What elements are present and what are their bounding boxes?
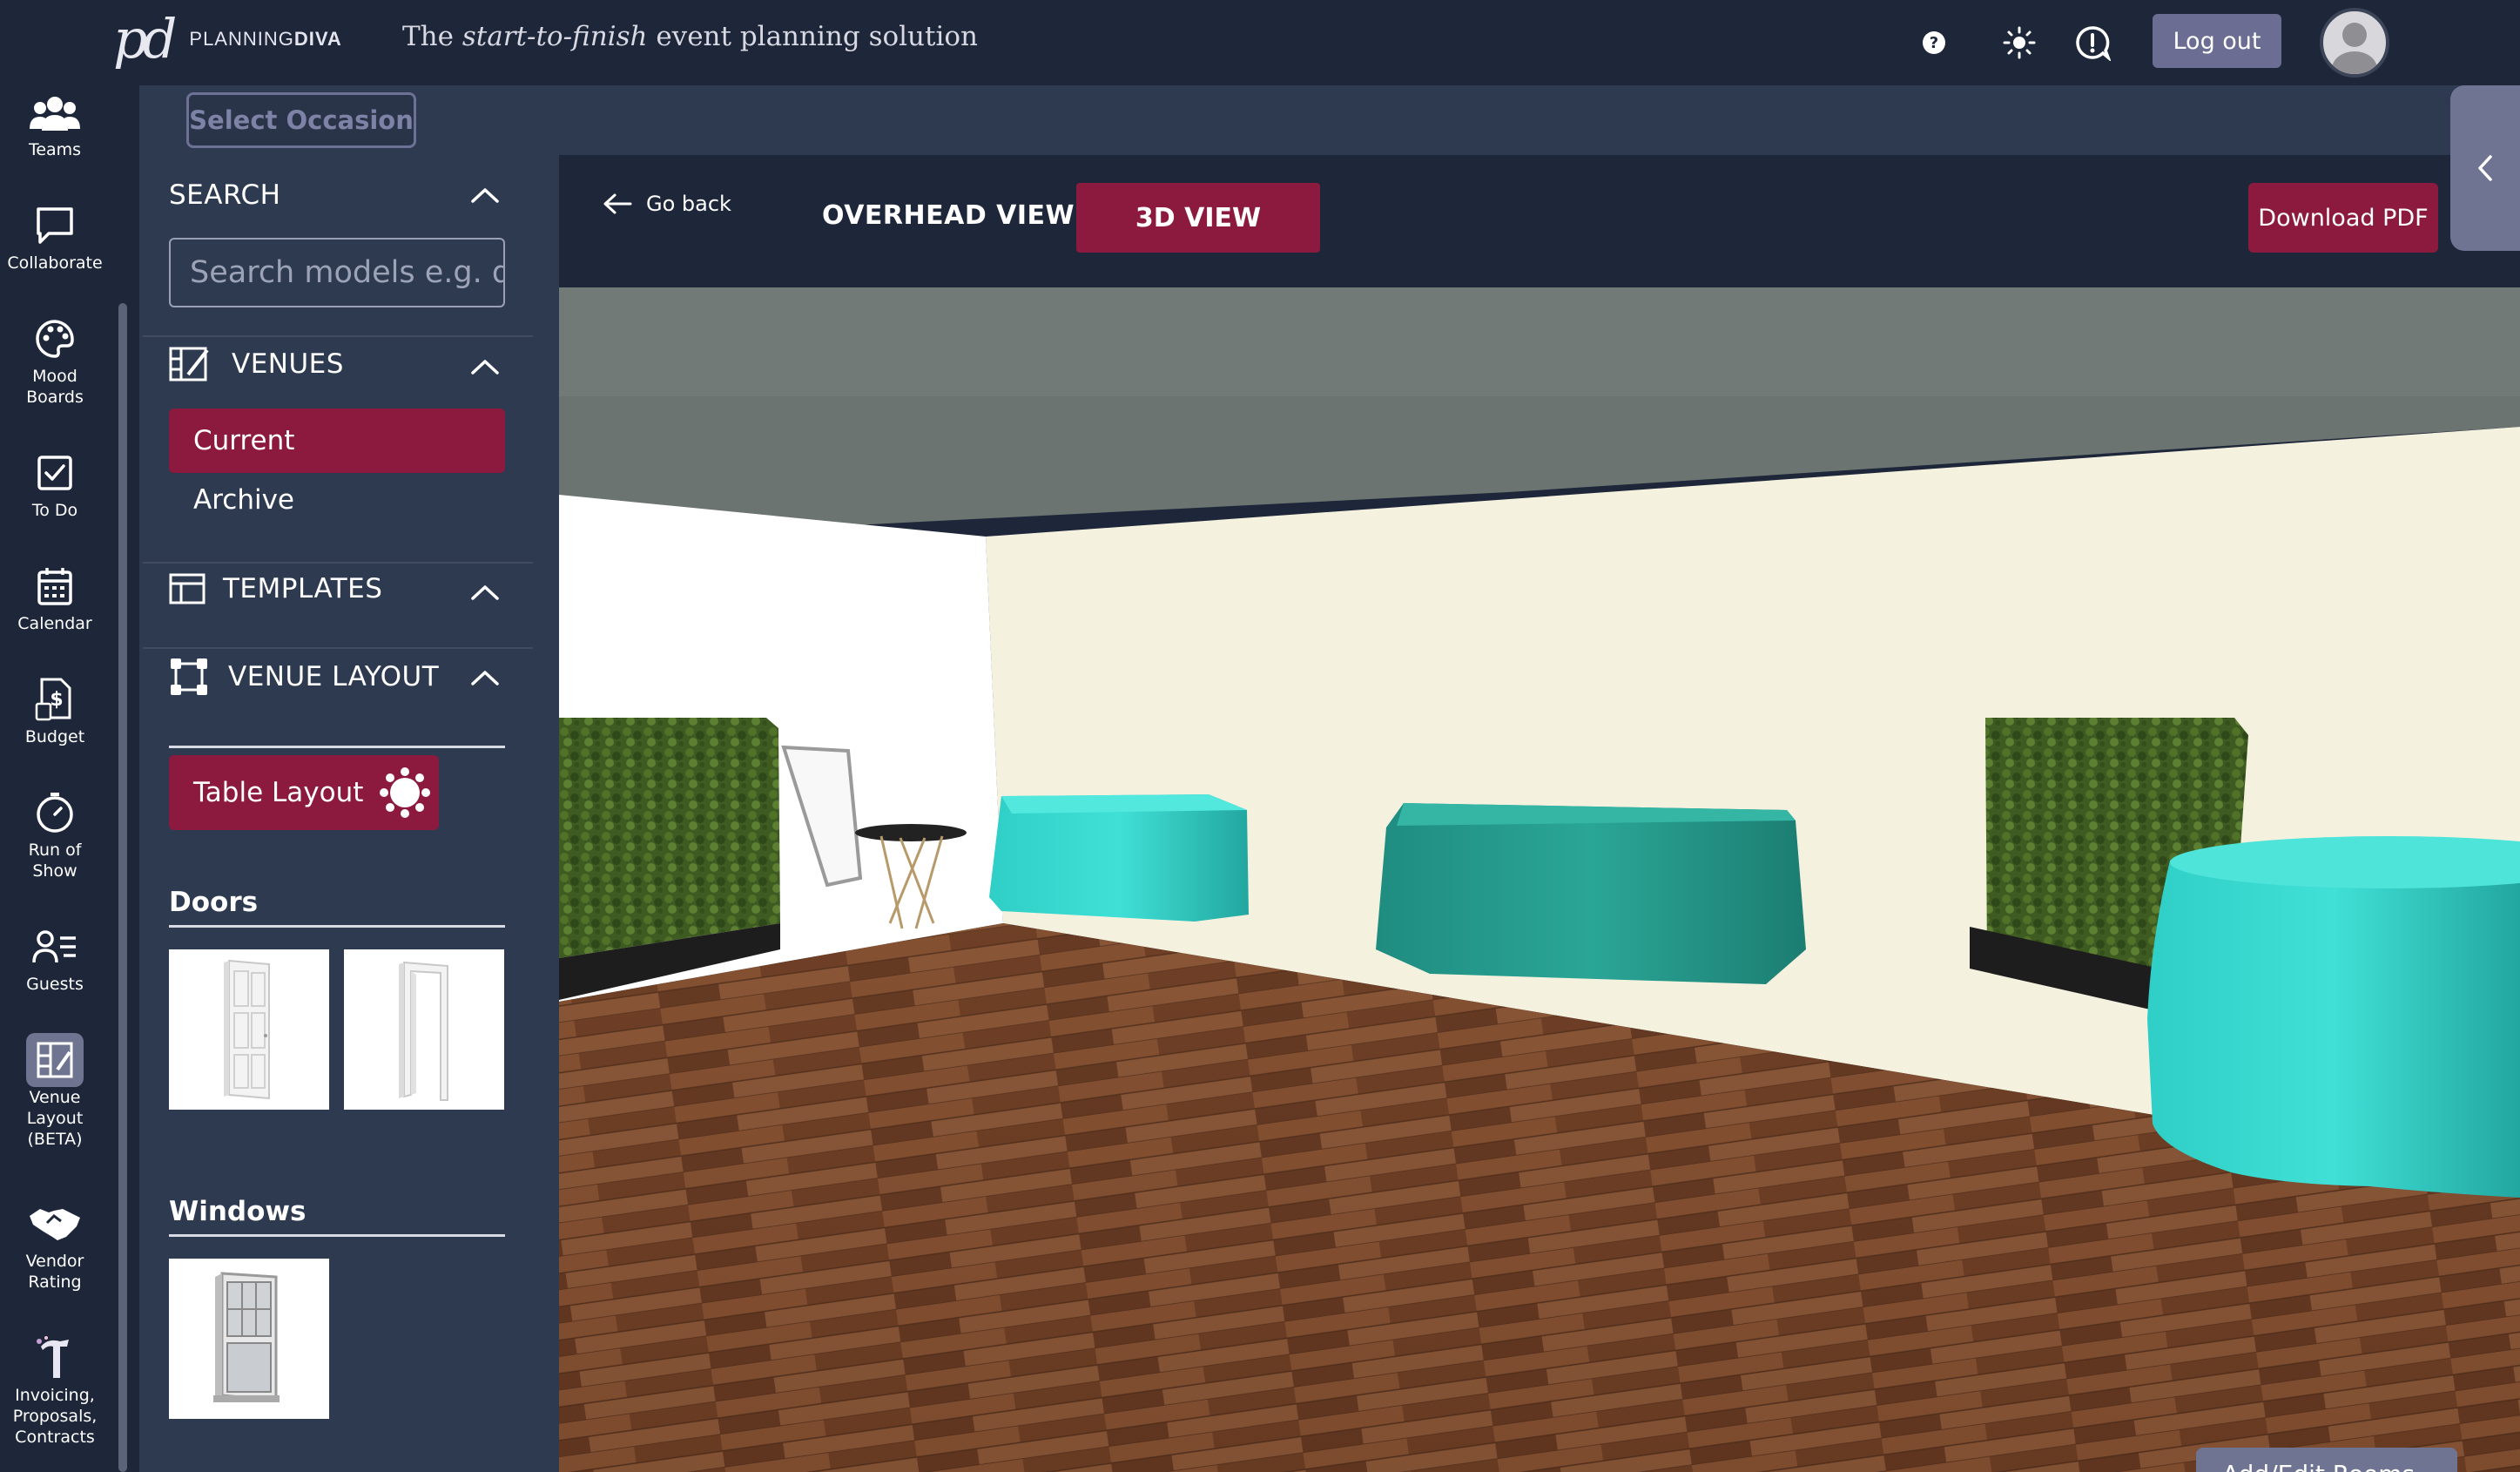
stopwatch-icon [34,786,76,840]
venue-3d-viewport[interactable] [559,287,2520,1472]
main-nav: Teams Collaborate Mood Boards To Do Cale… [0,85,111,1472]
nav-label: Run of Show [28,841,82,881]
chevron-left-icon [2478,155,2492,181]
venue-layout-icon [26,1033,84,1087]
templates-section-header[interactable]: TEMPLATES [169,571,382,606]
nav-label: Teams [28,140,82,159]
divider [143,335,533,337]
svg-text:?: ? [1930,34,1938,52]
logo[interactable]: pd PLANNINGDIVA [113,0,342,78]
chevron-up-icon[interactable] [470,584,500,601]
divider [169,925,505,928]
nav-item-calendar[interactable]: Calendar [0,559,110,634]
table-layout-button[interactable]: Table Layout [169,755,439,830]
templates-title: TEMPLATES [223,573,383,604]
add-edit-rooms-label: Add/Edit Rooms [2222,1460,2415,1472]
divider [169,746,505,748]
download-pdf-button[interactable]: Download PDF [2248,183,2438,253]
avatar[interactable] [2320,8,2389,78]
divider [169,1234,505,1237]
venue-plan-icon [169,347,209,382]
occasion-bar [139,85,2520,155]
budget-icon: $ [35,672,75,726]
add-edit-rooms-button[interactable]: Add/Edit Rooms [2196,1448,2457,1472]
nav-item-collaborate[interactable]: Collaborate [0,199,110,273]
arrow-left-icon [603,193,632,214]
venues-title: VENUES [232,348,344,380]
chevron-up-icon[interactable] [470,186,500,204]
window-icon [213,1272,280,1402]
nav-label: Budget [24,727,85,746]
template-icon [169,573,206,604]
nav-label: Mood Boards [26,367,84,407]
nav-label: Invoicing, Proposals, Contracts [12,1386,98,1447]
chevron-up-icon[interactable] [470,358,500,375]
nav-label: Venue Layout (BETA) [26,1088,84,1149]
nav-item-to-do[interactable]: To Do [0,446,110,521]
nav-item-vendor-rating[interactable]: Vendor Rating [0,1197,110,1293]
door-model-thumbnail[interactable] [169,949,329,1110]
nav-item-budget[interactable]: $ Budget [0,672,110,747]
nav-label: To Do [31,501,78,520]
divider [143,562,533,564]
door-frame-icon [399,961,448,1101]
window-model-thumbnail[interactable] [169,1259,329,1419]
go-back-link[interactable]: Go back [603,192,731,216]
nav-label: Collaborate [7,253,103,273]
logo-mark: pd [113,7,177,71]
select-occasion-button[interactable]: Select Occasion [186,92,416,148]
tagline: The start-to-finish event planning solut… [402,21,979,52]
palette-icon [35,312,75,366]
invoice-icon [34,1331,76,1385]
handshake-icon [28,1197,82,1251]
door-frame-model-thumbnail[interactable] [344,949,504,1110]
nav-label: Vendor Rating [25,1252,84,1292]
nav-item-teams[interactable]: Teams [0,85,110,160]
tab-overhead-view[interactable]: OVERHEAD VIEW [822,200,1075,231]
svg-text:$: $ [50,689,63,711]
calendar-icon [37,559,73,613]
nav-item-invoicing[interactable]: Invoicing, Proposals, Contracts [0,1331,110,1448]
nav-item-guests[interactable]: Guests [0,920,110,995]
chevron-up-icon[interactable] [470,669,500,686]
doors-title: Doors [169,887,259,918]
venue-layout-title: VENUE LAYOUT [228,661,440,692]
nav-item-venue-layout[interactable]: Venue Layout (BETA) [0,1033,110,1150]
teams-icon [30,85,80,139]
divider [143,647,533,649]
door-icon [224,959,270,1100]
guests-icon [32,920,77,974]
layout-frame-icon [171,658,207,695]
chat-icon [35,199,75,253]
feedback-icon[interactable] [2072,23,2112,63]
collapse-panel-button[interactable] [2450,85,2520,251]
table-layout-label: Table Layout [193,777,364,808]
help-icon[interactable]: ? [1914,23,1954,63]
search-title: SEARCH [169,179,281,211]
nav-scrollbar[interactable] [118,303,127,1472]
venues-current-tab[interactable]: Current [169,409,505,473]
round-table-icon [380,767,431,818]
nav-label: Calendar [17,614,92,633]
nav-label: Guests [26,975,84,994]
search-input[interactable]: Search models e.g. desk [169,238,505,307]
go-back-label: Go back [646,192,731,216]
tab-3d-view[interactable]: 3D VIEW [1076,183,1320,253]
nav-item-mood-boards[interactable]: Mood Boards [0,312,110,408]
logo-text: PLANNINGDIVA [189,28,342,50]
search-section-header[interactable]: SEARCH [169,179,280,211]
top-bar: pd PLANNINGDIVA The start-to-finish even… [0,0,2520,85]
nav-item-run-of-show[interactable]: Run of Show [0,786,110,881]
logout-button[interactable]: Log out [2153,14,2281,68]
venues-section-header[interactable]: VENUES [169,345,344,383]
checkbox-icon [37,446,73,500]
venue-layout-section-header[interactable]: VENUE LAYOUT [169,657,439,697]
venues-archive-tab[interactable]: Archive [193,484,294,516]
windows-title: Windows [169,1196,307,1227]
theme-toggle-icon[interactable] [1999,23,2039,63]
